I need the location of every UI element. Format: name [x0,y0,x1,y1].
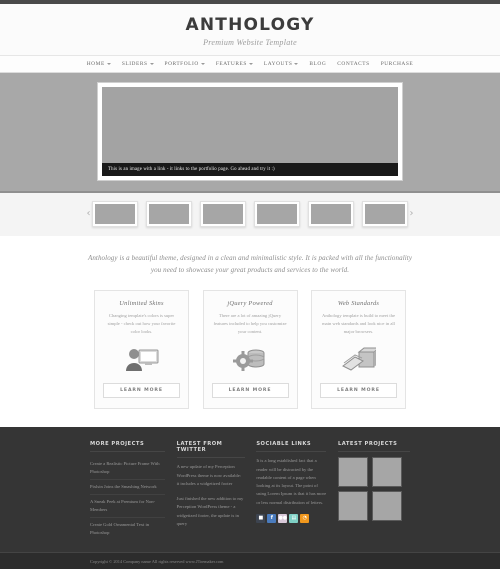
tweet-item: A new update of my Perception WordPress … [176,464,242,486]
site-footer: MORE PROJECTS Create a Realistic Picture… [0,427,500,553]
carousel-thumbnail[interactable] [254,200,300,227]
nav-item-blog[interactable]: BLOG [309,61,326,67]
main-navigation: HOME SLIDERS PORTFOLIO FEATURES LAYOUTS BLOG C… [87,61,414,67]
feature-box-title: jQuery Powered [227,300,273,308]
more-projects-link[interactable]: Create Gold Ornamental Text in Photoshop [90,518,165,540]
footer-title-sociable: SOCIABLE LINKS [256,441,327,453]
feature-box-text: Anthology template is build to meet the … [322,313,395,335]
technorati-icon[interactable]: ▤ [289,513,299,523]
main-navigation-bar: HOME SLIDERS PORTFOLIO FEATURES LAYOUTS BLOG C… [0,54,500,73]
carousel-thumbnail[interactable] [362,200,408,227]
thumbnail-image [203,203,243,224]
thumbnail-image [365,203,405,224]
feature-box-title: Unlimited Skins [119,300,164,308]
book-box-icon [320,342,397,376]
feature-box-title: Web Standards [337,300,380,308]
project-thumbnail[interactable] [337,491,368,522]
slide-caption: This is an image with a link - it links … [102,162,398,176]
nav-item-label: HOME [86,60,105,67]
nav-item-label: SLIDERS [121,60,148,67]
feature-box-text: Changing template's colors is super simp… [107,313,176,335]
footer-column-sociable: SOCIABLE LINKS It is a long established … [256,441,327,540]
footer-column-more-projects: MORE PROJECTS Create a Realistic Picture… [90,441,165,540]
nav-item-contacts[interactable]: CONTACTS [337,61,369,67]
copyright-text: Copyright © 2014 Company name All rights… [90,559,410,564]
thumbnail-carousel-section: ‹ › [0,190,500,236]
site-header: ANTHOLOGY Premium Website Template [0,4,500,55]
nav-item-label: CONTACTS [337,60,370,67]
carousel-thumbnail[interactable] [146,200,192,227]
intro-text: Anthology is a beautiful theme, designed… [87,253,413,274]
slide-image[interactable] [102,86,398,163]
carousel-prev-arrow-icon[interactable]: ‹ [85,208,92,219]
rss-icon[interactable]: ◔ [300,513,310,523]
thumbnail-carousel: ‹ › [85,200,415,227]
nav-item-label: LAYOUTS [263,60,293,67]
feature-boxes: Unlimited Skins Changing template's color… [94,290,406,427]
nav-item-features[interactable]: FEATURES [216,61,253,67]
chevron-down-icon [106,63,111,66]
footer-title-more-projects: MORE PROJECTS [90,441,165,453]
nav-item-label: BLOG [309,60,327,67]
carousel-thumbnail[interactable] [308,200,354,227]
footer-columns: MORE PROJECTS Create a Realistic Picture… [90,441,410,540]
footer-title-twitter: LATEST FROM TWITTER [176,441,245,459]
chevron-down-icon [149,63,154,66]
more-projects-link[interactable]: Create a Realistic Picture Frame With Ph… [90,457,165,481]
chevron-down-icon [248,63,253,66]
learn-more-button[interactable]: LEARN MORE [103,383,180,399]
thumbnail-image [257,203,297,224]
footer-column-projects: LATEST PROJECTS [337,441,410,540]
chevron-down-icon [294,63,299,66]
delicious-icon[interactable]: ■ [256,513,266,523]
latest-projects-grid [337,457,410,522]
twitter-feed-list: A new update of my Perception WordPress … [177,463,245,528]
project-thumbnail[interactable] [371,457,402,488]
site-tagline: Premium Website Template [203,37,297,47]
feature-box-text: There are a lot of amazing jQuery featur… [213,313,287,335]
tweet-item: Just finished the new addition to my Per… [176,496,244,526]
thumbnail-image [311,203,351,224]
more-projects-link[interactable]: Pixlsin Joins the Smashing Network [90,480,165,496]
carousel-thumbnail[interactable] [92,200,138,227]
learn-more-button[interactable]: LEARN MORE [211,383,289,399]
thumbnail-list [92,200,408,227]
copyright-link[interactable]: www.JToemaker.com [186,559,224,564]
more-projects-list: Create a Realistic Picture Frame With Ph… [90,457,165,540]
site-logo: ANTHOLOGY [185,15,315,35]
flickr-icon[interactable]: ●● [278,513,288,523]
project-thumbnail[interactable] [337,457,368,488]
carousel-next-arrow-icon[interactable]: › [408,208,415,219]
nav-item-label: PURCHASE [380,60,414,67]
gear-database-icon [212,342,289,376]
copyright-bar: Copyright © 2014 Company name All rights… [0,552,500,569]
slider-frame[interactable]: This is an image with a link - it links … [97,81,403,181]
page-root: ANTHOLOGY Premium Website Template HOME S… [0,0,500,569]
footer-title-projects: LATEST PROJECTS [337,441,410,453]
project-thumbnail[interactable] [371,491,402,522]
sociable-description: It is a long established fact that a rea… [256,458,327,505]
feature-box: jQuery Powered There are a lot of amazing… [202,290,298,410]
copyright-label: Copyright © 2014 Company name All rights… [90,558,186,564]
learn-more-button[interactable]: LEARN MORE [320,383,397,399]
nav-item-purchase[interactable]: PURCHASE [381,61,414,67]
thumbnail-image [149,203,189,224]
slider-section: This is an image with a link - it links … [0,72,500,191]
feature-box: Web Standards Anthology template is build… [311,290,406,410]
nav-item-label: FEATURES [215,60,247,67]
more-projects-link[interactable]: A Sneak Peek at Premium for Non-Members [90,495,165,519]
thumbnail-image [95,203,135,224]
nav-item-home[interactable]: HOME [87,61,111,67]
nav-item-layouts[interactable]: LAYOUTS [264,61,299,67]
feature-box: Unlimited Skins Changing template's color… [94,290,189,410]
facebook-icon[interactable]: f [267,513,277,523]
footer-column-twitter: LATEST FROM TWITTER A new update of my P… [176,441,245,540]
carousel-thumbnail[interactable] [200,200,246,227]
nav-item-sliders[interactable]: SLIDERS [122,61,154,67]
nav-item-portfolio[interactable]: PORTFOLIO [165,61,205,67]
chevron-down-icon [200,63,205,66]
user-monitor-icon [103,342,180,376]
social-icon-list: ■ f ●● ▤ ◔ [256,513,326,523]
nav-item-label: PORTFOLIO [164,60,199,67]
